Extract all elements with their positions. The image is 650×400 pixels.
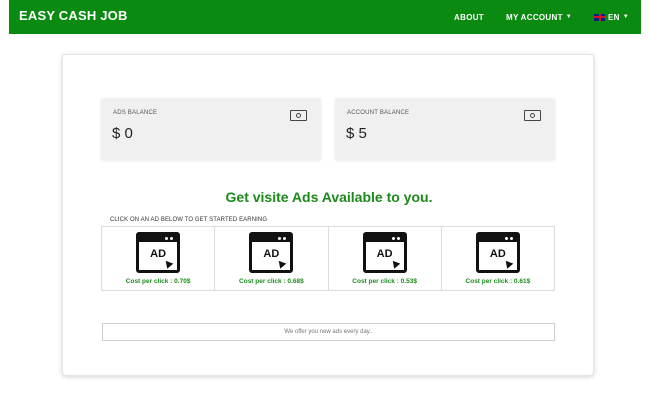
nav-my-account[interactable]: MY ACCOUNT ▼ (506, 13, 572, 22)
ads-balance-panel: ADS BALANCE $ 0 (101, 98, 321, 160)
brand-logo[interactable]: EASY CASH JOB (19, 8, 128, 23)
ad-window-icon: AD (362, 232, 407, 273)
nav-my-account-label: MY ACCOUNT (506, 12, 563, 22)
nav-about-label: ABOUT (454, 12, 484, 22)
account-balance-panel: ACCOUNT BALANCE $ 5 (335, 98, 555, 160)
ad-window-icon: AD (249, 232, 294, 273)
nav-menu: ABOUT MY ACCOUNT ▼ EN ▼ (454, 0, 629, 34)
main-card: ADS BALANCE $ 0 ACCOUNT BALANCE $ 5 Get … (62, 54, 594, 376)
ad-item-2[interactable]: AD Cost per click : 0.68$ (215, 227, 329, 290)
ad-cost: Cost per click : 0.53$ (352, 278, 417, 285)
money-icon (524, 110, 541, 121)
ads-balance-label: ADS BALANCE (113, 110, 158, 116)
offer-banner: We offer you new ads every day.. (102, 323, 555, 341)
ads-balance-value: $ 0 (112, 125, 133, 142)
page-title: Get visite Ads Available to you. (225, 189, 433, 205)
ad-cost: Cost per click : 0.68$ (239, 278, 304, 285)
top-navbar: EASY CASH JOB ABOUT MY ACCOUNT ▼ EN ▼ (9, 0, 641, 34)
ad-window-icon: AD (136, 232, 181, 273)
instruction-text: CLICK ON AN AD BELOW TO GET STARTED EARN… (110, 217, 268, 223)
money-icon (290, 110, 307, 121)
uk-flag-icon (594, 13, 606, 21)
caret-down-icon: ▼ (565, 14, 573, 20)
account-balance-label: ACCOUNT BALANCE (347, 110, 410, 116)
nav-language-label: EN (608, 12, 620, 22)
ad-item-3[interactable]: AD Cost per click : 0.53$ (329, 227, 442, 290)
ad-cost: Cost per click : 0.61$ (465, 278, 531, 285)
caret-down-icon: ▼ (622, 14, 629, 20)
ad-cost: Cost per click : 0.70$ (125, 278, 191, 285)
account-balance-value: $ 5 (346, 125, 367, 142)
nav-about[interactable]: ABOUT (454, 13, 484, 22)
nav-language[interactable]: EN ▼ (594, 13, 629, 22)
ad-item-1[interactable]: AD Cost per click : 0.70$ (102, 227, 216, 290)
ads-grid: AD Cost per click : 0.70$ AD Cost per cl… (101, 226, 555, 291)
ad-item-4[interactable]: AD Cost per click : 0.61$ (442, 227, 554, 290)
ad-window-icon: AD (475, 232, 520, 273)
